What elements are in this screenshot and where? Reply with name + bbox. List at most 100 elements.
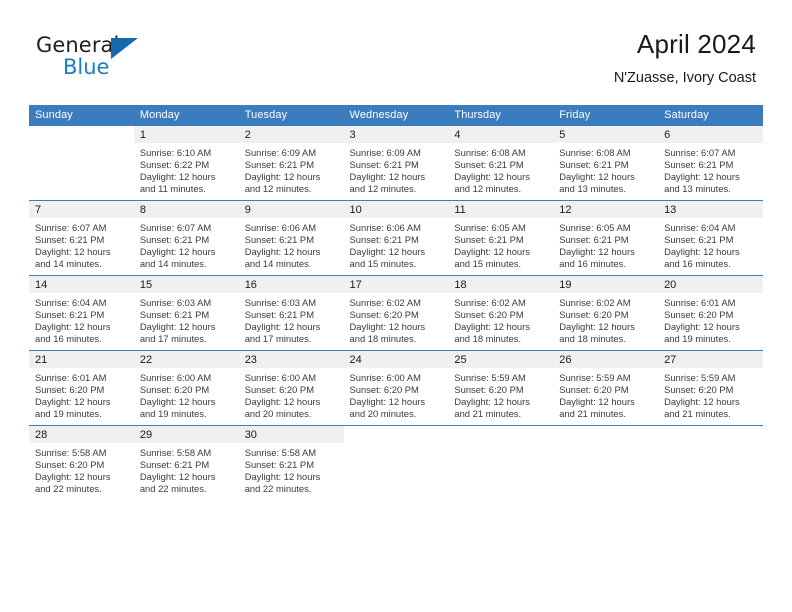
day-number: 20 xyxy=(658,276,763,293)
calendar-day-cell[interactable]: 3 Sunrise: 6:09 AM Sunset: 6:21 PM Daylight… xyxy=(343,126,449,201)
page-title: April 2024 xyxy=(636,29,756,59)
calendar-day-cell[interactable]: 14 Sunrise: 6:04 AM Sunset: 6:21 PM Dayligh… xyxy=(29,275,134,351)
weekday-header-thursday: Thursday xyxy=(448,105,554,126)
calendar-day-cell[interactable]: 6 Sunrise: 6:07 AM Sunset: 6:21 PM Daylight… xyxy=(658,126,763,201)
calendar-day-cell[interactable]: 30 Sunrise: 5:58 AM Sunset: 6:21 PM Dayligh… xyxy=(238,425,344,500)
daylight-duration-line2: and 14 minutes. xyxy=(139,258,207,270)
daylight-duration-line1: Daylight: 12 hours xyxy=(244,321,321,333)
sunrise-time: Sunrise: 6:02 AM xyxy=(454,297,526,308)
calendar-day-cell[interactable]: 5 Sunrise: 6:08 AM Sunset: 6:21 PM Daylight… xyxy=(553,126,659,201)
day-details: Sunrise: 6:01 AM Sunset: 6:20 PM Daylight:… xyxy=(658,293,763,345)
day-cell-content: 20 Sunrise: 6:01 AM Sunset: 6:20 PM Dayligh… xyxy=(658,276,763,350)
calendar-day-cell[interactable]: 25 Sunrise: 5:59 AM Sunset: 6:20 PM Dayligh… xyxy=(448,350,554,426)
day-details: Sunrise: 5:59 AM Sunset: 6:20 PM Daylight:… xyxy=(448,368,553,420)
day-cell-content: 21 Sunrise: 6:01 AM Sunset: 6:20 PM Dayligh… xyxy=(29,351,134,425)
calendar-day-cell[interactable]: 27 Sunrise: 5:59 AM Sunset: 6:20 PM Dayligh… xyxy=(658,350,763,426)
daylight-duration-line1: Daylight: 12 hours xyxy=(139,396,216,408)
day-number: 1 xyxy=(133,126,239,143)
calendar-day-cell[interactable]: 17 Sunrise: 6:02 AM Sunset: 6:20 PM Dayligh… xyxy=(343,275,449,351)
daylight-duration-line2: and 19 minutes. xyxy=(35,408,102,420)
sunset-time: Sunset: 6:21 PM xyxy=(244,459,314,471)
calendar-day-cell[interactable]: 21 Sunrise: 6:01 AM Sunset: 6:20 PM Dayligh… xyxy=(29,350,134,426)
day-cell-content: 13 Sunrise: 6:04 AM Sunset: 6:21 PM Dayligh… xyxy=(658,201,763,275)
daylight-duration-line2: and 18 minutes. xyxy=(349,333,417,345)
calendar-day-cell[interactable]: 22 Sunrise: 6:00 AM Sunset: 6:20 PM Dayligh… xyxy=(133,350,239,426)
calendar-day-cell[interactable]: 7 Sunrise: 6:07 AM Sunset: 6:21 PM Daylight… xyxy=(29,200,134,276)
daylight-duration-line1: Daylight: 12 hours xyxy=(349,321,426,333)
calendar-day-cell[interactable]: 2 Sunrise: 6:09 AM Sunset: 6:21 PM Daylight… xyxy=(238,126,344,201)
daylight-duration-line1: Daylight: 12 hours xyxy=(349,246,426,258)
day-number xyxy=(553,426,659,443)
sunset-time: Sunset: 6:21 PM xyxy=(349,159,419,171)
day-details: Sunrise: 6:06 AM Sunset: 6:21 PM Daylight:… xyxy=(239,218,344,270)
calendar-day-cell xyxy=(658,425,763,500)
daylight-duration-line2: and 12 minutes. xyxy=(454,183,522,195)
logo-text-general: General xyxy=(36,33,120,57)
day-number: 3 xyxy=(343,126,449,143)
sunset-time: Sunset: 6:21 PM xyxy=(454,159,524,171)
daylight-duration-line2: and 18 minutes. xyxy=(559,333,626,345)
day-cell-content xyxy=(29,126,134,200)
day-cell-content: 3 Sunrise: 6:09 AM Sunset: 6:21 PM Daylight… xyxy=(343,126,449,200)
calendar-day-cell[interactable]: 4 Sunrise: 6:08 AM Sunset: 6:21 PM Daylight… xyxy=(448,126,554,201)
daylight-duration-line1: Daylight: 12 hours xyxy=(349,171,426,183)
day-details: Sunrise: 6:06 AM Sunset: 6:21 PM Daylight:… xyxy=(344,218,449,270)
calendar-day-cell[interactable]: 18 Sunrise: 6:02 AM Sunset: 6:20 PM Dayligh… xyxy=(448,275,554,351)
weekday-header-tuesday: Tuesday xyxy=(238,105,344,126)
calendar-week-row: 21 Sunrise: 6:01 AM Sunset: 6:20 PM Dayligh… xyxy=(29,350,763,426)
day-number: 5 xyxy=(553,126,659,143)
weekday-header-sunday: Sunday xyxy=(29,105,134,126)
day-cell-content xyxy=(448,426,554,500)
calendar-day-cell[interactable]: 12 Sunrise: 6:05 AM Sunset: 6:21 PM Dayligh… xyxy=(553,200,659,276)
day-cell-content: 1 Sunrise: 6:10 AM Sunset: 6:22 PM Daylight… xyxy=(133,126,239,200)
daylight-duration-line1: Daylight: 12 hours xyxy=(664,396,740,408)
sunrise-time: Sunrise: 6:02 AM xyxy=(349,297,421,308)
calendar-day-cell[interactable]: 1 Sunrise: 6:10 AM Sunset: 6:22 PM Daylight… xyxy=(133,126,239,201)
day-number: 14 xyxy=(29,276,134,293)
day-number: 7 xyxy=(29,201,134,218)
day-cell-content: 6 Sunrise: 6:07 AM Sunset: 6:21 PM Daylight… xyxy=(658,126,763,200)
calendar-day-cell[interactable]: 13 Sunrise: 6:04 AM Sunset: 6:21 PM Dayligh… xyxy=(658,200,763,276)
calendar-day-cell[interactable]: 29 Sunrise: 5:58 AM Sunset: 6:21 PM Dayligh… xyxy=(133,425,239,500)
sunset-time: Sunset: 6:21 PM xyxy=(35,309,105,321)
general-blue-logo[interactable]: General Blue xyxy=(36,33,166,85)
sunset-time: Sunset: 6:21 PM xyxy=(35,234,105,246)
daylight-duration-line2: and 16 minutes. xyxy=(35,333,102,345)
daylight-duration-line1: Daylight: 12 hours xyxy=(664,246,740,258)
sunset-time: Sunset: 6:20 PM xyxy=(559,309,629,321)
calendar-day-cell[interactable]: 8 Sunrise: 6:07 AM Sunset: 6:21 PM Daylight… xyxy=(133,200,239,276)
calendar-day-cell[interactable]: 16 Sunrise: 6:03 AM Sunset: 6:21 PM Dayligh… xyxy=(238,275,344,351)
calendar-day-cell[interactable]: 19 Sunrise: 6:02 AM Sunset: 6:20 PM Dayligh… xyxy=(553,275,659,351)
sunset-time: Sunset: 6:21 PM xyxy=(244,159,314,171)
day-details: Sunrise: 6:09 AM Sunset: 6:21 PM Daylight:… xyxy=(239,143,344,195)
sunrise-time: Sunrise: 5:59 AM xyxy=(454,372,526,383)
sunset-time: Sunset: 6:20 PM xyxy=(244,384,314,396)
day-number xyxy=(343,426,449,443)
calendar-day-cell xyxy=(448,425,554,500)
calendar-day-cell[interactable]: 24 Sunrise: 6:00 AM Sunset: 6:20 PM Dayligh… xyxy=(343,350,449,426)
calendar-day-cell[interactable]: 28 Sunrise: 5:58 AM Sunset: 6:20 PM Dayligh… xyxy=(29,425,134,500)
sunset-time: Sunset: 6:20 PM xyxy=(349,384,419,396)
day-cell-content: 5 Sunrise: 6:08 AM Sunset: 6:21 PM Daylight… xyxy=(553,126,659,200)
day-details: Sunrise: 6:08 AM Sunset: 6:21 PM Daylight:… xyxy=(553,143,658,195)
day-cell-content: 18 Sunrise: 6:02 AM Sunset: 6:20 PM Dayligh… xyxy=(448,276,554,350)
daylight-duration-line2: and 13 minutes. xyxy=(664,183,731,195)
calendar-day-cell[interactable]: 11 Sunrise: 6:05 AM Sunset: 6:21 PM Dayligh… xyxy=(448,200,554,276)
daylight-duration-line1: Daylight: 12 hours xyxy=(454,246,530,258)
sunset-time: Sunset: 6:20 PM xyxy=(454,309,524,321)
sunrise-time: Sunrise: 6:09 AM xyxy=(349,147,421,158)
day-details: Sunrise: 6:03 AM Sunset: 6:21 PM Daylight:… xyxy=(239,293,344,345)
calendar-day-cell[interactable]: 10 Sunrise: 6:06 AM Sunset: 6:21 PM Dayligh… xyxy=(343,200,449,276)
calendar-day-cell[interactable]: 26 Sunrise: 5:59 AM Sunset: 6:20 PM Dayligh… xyxy=(553,350,659,426)
day-number: 25 xyxy=(448,351,554,368)
sunset-time: Sunset: 6:20 PM xyxy=(559,384,629,396)
sunset-time: Sunset: 6:21 PM xyxy=(139,234,210,246)
sunrise-time: Sunrise: 6:08 AM xyxy=(559,147,631,158)
calendar-day-cell[interactable]: 20 Sunrise: 6:01 AM Sunset: 6:20 PM Dayligh… xyxy=(658,275,763,351)
day-number: 23 xyxy=(238,351,344,368)
calendar-day-cell[interactable]: 15 Sunrise: 6:03 AM Sunset: 6:21 PM Dayligh… xyxy=(133,275,239,351)
calendar-day-cell[interactable]: 23 Sunrise: 6:00 AM Sunset: 6:20 PM Dayligh… xyxy=(238,350,344,426)
sunrise-time: Sunrise: 6:02 AM xyxy=(559,297,631,308)
calendar-day-cell[interactable]: 9 Sunrise: 6:06 AM Sunset: 6:21 PM Daylight… xyxy=(238,200,344,276)
daylight-duration-line1: Daylight: 12 hours xyxy=(139,321,216,333)
